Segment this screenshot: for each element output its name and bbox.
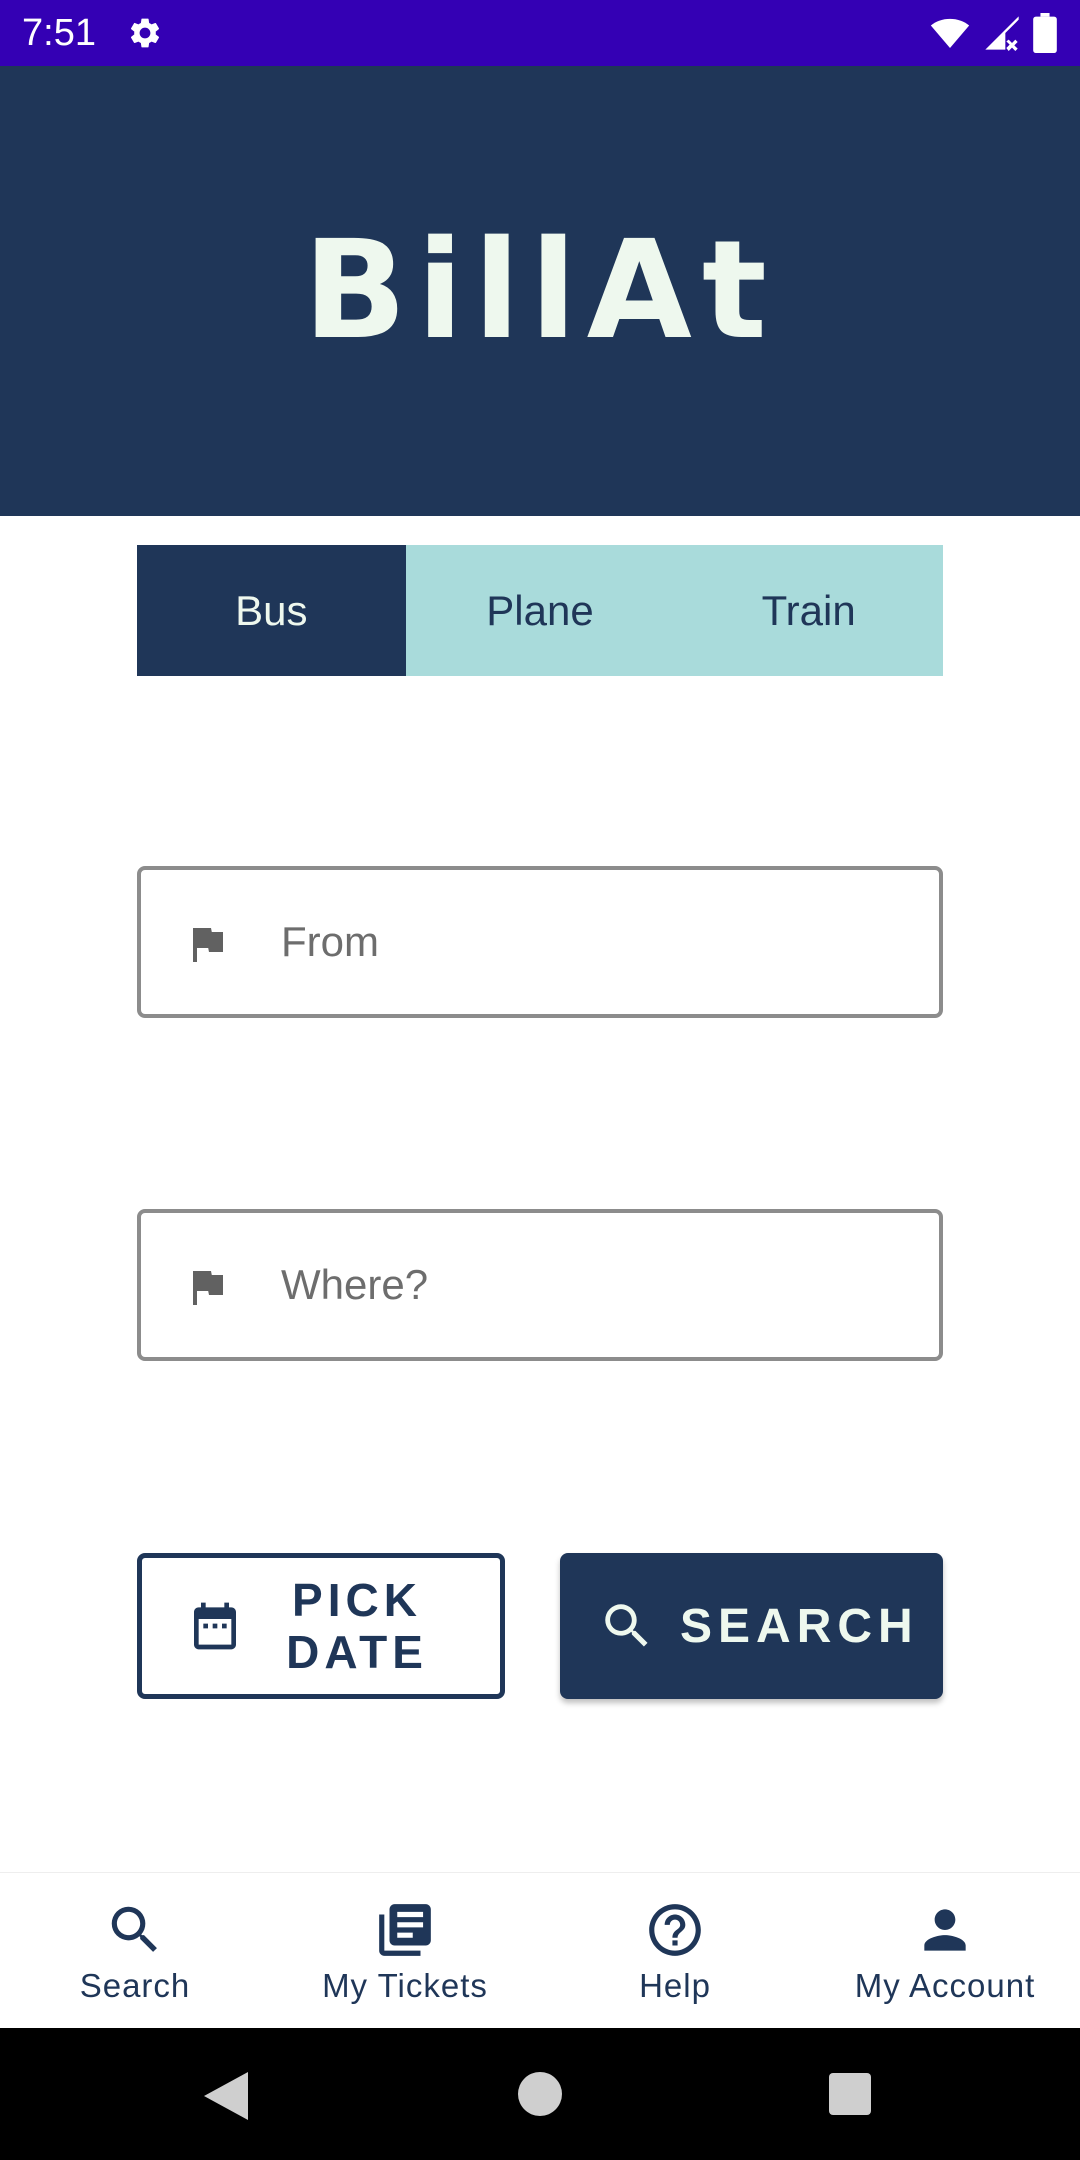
- nav-label-my-tickets: My Tickets: [322, 1967, 488, 2004]
- app-header: BillAt: [0, 66, 1080, 516]
- status-bar: 7:51: [0, 0, 1080, 66]
- search-icon: [111, 1906, 157, 1952]
- cellular-signal-icon: [985, 16, 1019, 51]
- calendar-icon: [194, 1602, 236, 1650]
- tab-bus[interactable]: Bus: [137, 545, 406, 676]
- pick-date-button[interactable]: PICK DATE: [137, 1553, 505, 1699]
- system-navigation-bar: [0, 2028, 1080, 2160]
- status-icons: [928, 12, 1058, 54]
- from-input[interactable]: [281, 870, 901, 1014]
- home-icon[interactable]: [518, 2072, 562, 2116]
- pick-date-label: PICK DATE: [286, 1574, 428, 1678]
- settings-gear-icon: [130, 18, 160, 48]
- bottom-navigation: Search My Tickets Help My Account: [0, 1872, 1080, 2028]
- app-screen: 7:51 BillAt Bus Plane Train From Where? …: [0, 0, 1080, 2160]
- where-input[interactable]: [281, 1213, 901, 1357]
- tab-plane[interactable]: Plane: [406, 545, 675, 676]
- flag-icon: [193, 1271, 223, 1305]
- tickets-icon: [379, 1904, 431, 1956]
- recent-apps-icon[interactable]: [829, 2073, 871, 2115]
- account-icon: [924, 1909, 966, 1951]
- search-icon: [605, 1604, 648, 1647]
- from-field[interactable]: [137, 866, 943, 1018]
- back-icon[interactable]: [204, 2072, 248, 2120]
- nav-label-help: Help: [639, 1967, 711, 2004]
- app-title: BillAt: [303, 212, 777, 370]
- status-time: 7:51: [22, 12, 96, 54]
- help-icon: [649, 1904, 701, 1956]
- nav-label-search: Search: [79, 1967, 191, 2004]
- nav-label-my-account: My Account: [854, 1967, 1036, 2004]
- search-label: SEARCH: [680, 1599, 919, 1653]
- transport-tabs: Bus Plane Train: [137, 545, 943, 676]
- where-field[interactable]: [137, 1209, 943, 1361]
- nav-item-my-account[interactable]: My Account: [810, 1873, 1080, 2029]
- flag-icon: [193, 928, 223, 962]
- nav-item-search[interactable]: Search: [0, 1873, 270, 2029]
- battery-icon: [1033, 13, 1057, 53]
- tab-train[interactable]: Train: [674, 545, 943, 676]
- nav-item-my-tickets[interactable]: My Tickets: [270, 1873, 540, 2029]
- search-button[interactable]: SEARCH: [560, 1553, 943, 1699]
- wifi-icon: [930, 18, 970, 48]
- nav-item-help[interactable]: Help: [540, 1873, 810, 2029]
